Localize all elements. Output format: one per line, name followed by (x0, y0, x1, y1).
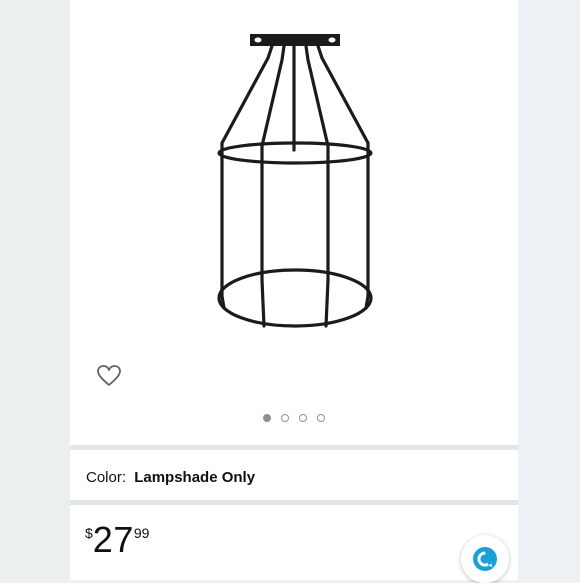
product-page: Color: Lampshade Only $2799 (70, 0, 518, 580)
price-currency-symbol: $ (85, 525, 93, 541)
color-selector[interactable]: Color: Lampshade Only (86, 466, 255, 490)
carousel-dot-4[interactable] (317, 414, 325, 422)
alexa-button[interactable] (461, 535, 509, 583)
price: $2799 (85, 522, 149, 558)
carousel-indicator (70, 412, 518, 424)
background-left (0, 0, 70, 580)
heart-outline-icon[interactable] (96, 364, 122, 388)
carousel-dot-1[interactable] (263, 414, 271, 422)
price-whole: 27 (92, 519, 134, 560)
price-fraction: 99 (133, 525, 150, 541)
alexa-icon (473, 547, 497, 571)
carousel-dot-3[interactable] (299, 414, 307, 422)
carousel-dot-2[interactable] (281, 414, 289, 422)
product-image[interactable] (210, 28, 450, 330)
section-divider (70, 445, 518, 450)
background-right (518, 0, 580, 580)
color-label: Color: (86, 469, 127, 486)
section-divider (70, 500, 518, 505)
menu-icon[interactable] (477, 0, 493, 1)
color-value: Lampshade Only (134, 469, 256, 486)
